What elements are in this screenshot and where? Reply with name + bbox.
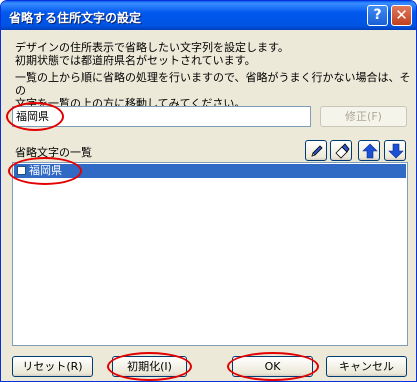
reset-button[interactable]: リセット(R): [12, 356, 93, 377]
description-line-2: 初期状態では都道府県名がセットされています。: [15, 54, 256, 67]
description-block-1: デザインの住所表示で省略したい文字列を設定します。 初期状態では都道府県名がセッ…: [15, 41, 289, 67]
move-up-button[interactable]: [358, 140, 380, 161]
list-label: 省略文字の一覧: [15, 146, 92, 159]
delete-tool-button[interactable]: [330, 140, 352, 161]
description-line-3: 一覧の上から順に省略の処理を行いますので、省略がうまく行かない場合は、その: [15, 71, 411, 97]
initialize-button[interactable]: 初期化(I): [112, 356, 187, 377]
edit-button[interactable]: 修正(F): [320, 106, 407, 127]
description-line-1: デザインの住所表示で省略したい文字列を設定します。: [15, 41, 289, 54]
eraser-icon: [335, 143, 350, 159]
edit-tool-button[interactable]: [305, 140, 327, 161]
close-button[interactable]: ✕: [391, 5, 412, 26]
cancel-button[interactable]: キャンセル: [326, 356, 407, 377]
list-item[interactable]: 福岡県: [14, 164, 406, 178]
move-down-button[interactable]: [384, 140, 406, 161]
window-title: 省略する住所文字の設定: [9, 11, 142, 25]
title-bar[interactable]: 省略する住所文字の設定 ? ✕: [1, 1, 416, 30]
description-block-2: 一覧の上から順に省略の処理を行いますので、省略がうまく行かない場合は、その 文字…: [15, 71, 416, 110]
settings-dialog: 省略する住所文字の設定 ? ✕ デザインの住所表示で省略したい文字列を設定します…: [0, 0, 417, 382]
abbreviation-input[interactable]: 福岡県: [12, 106, 311, 127]
abbreviation-list[interactable]: 福岡県: [12, 162, 408, 346]
checkbox-icon[interactable]: [17, 166, 26, 175]
arrow-down-icon: [388, 143, 404, 159]
ok-button[interactable]: OK: [232, 356, 313, 377]
edit-icon: [311, 145, 323, 157]
help-button[interactable]: ?: [367, 5, 388, 26]
arrow-up-icon: [362, 143, 378, 159]
list-item-label: 福岡県: [29, 164, 62, 177]
